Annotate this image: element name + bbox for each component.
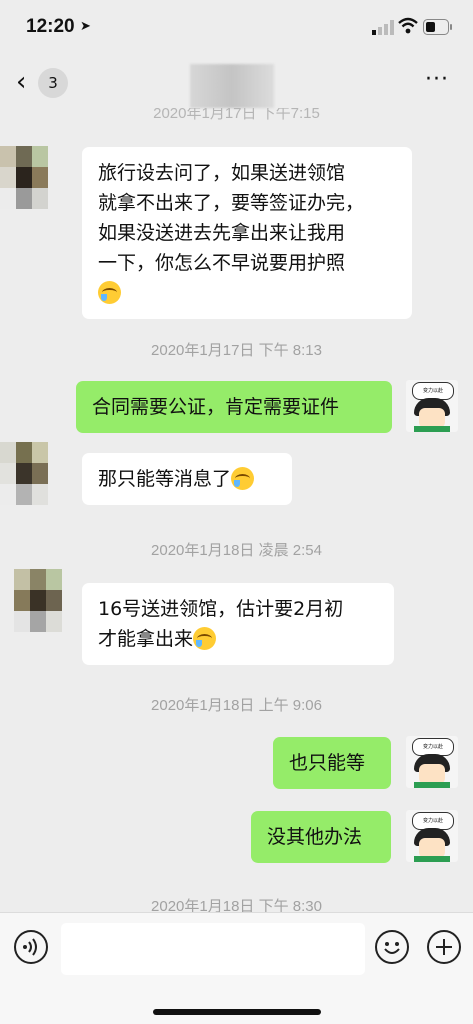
contact-avatar[interactable] xyxy=(0,442,48,506)
status-bar: 12:20 ➤ xyxy=(0,0,473,56)
contact-avatar[interactable] xyxy=(0,146,48,210)
avatar-shirt xyxy=(414,856,450,862)
location-arrow-icon: ➤ xyxy=(80,19,91,34)
emoji-icon xyxy=(384,942,400,954)
incoming-message[interactable]: 16号送进领馆，估计要2月初 才能拿出来 xyxy=(82,583,394,665)
my-avatar[interactable]: 变力以赴 xyxy=(406,810,458,862)
more-button[interactable]: ··· xyxy=(420,68,454,96)
voice-button[interactable] xyxy=(14,930,48,964)
chevron-left-icon: ‹ xyxy=(16,67,27,97)
timestamp: 2020年1月17日 下午7:15 xyxy=(153,108,320,122)
clock: 12:20 xyxy=(26,16,75,37)
back-button[interactable]: ‹ 3 xyxy=(16,68,76,100)
chat-title-blurred xyxy=(190,64,274,108)
avatar-face xyxy=(419,408,445,428)
outgoing-message[interactable]: 也只能等 xyxy=(273,737,391,789)
voice-icon xyxy=(23,938,37,956)
message-list[interactable]: 2020年1月17日 下午7:15 旅行设去问了，如果送进领馆 就拿不出来了，要… xyxy=(0,108,473,912)
plus-button[interactable] xyxy=(427,930,461,964)
crying-laugh-emoji-icon xyxy=(193,627,217,650)
avatar-shirt xyxy=(414,782,450,788)
my-avatar[interactable]: 变力以赴 xyxy=(406,736,458,788)
plus-icon xyxy=(436,939,452,955)
home-indicator xyxy=(153,1009,321,1015)
crying-laugh-emoji-icon xyxy=(231,467,255,490)
battery-icon xyxy=(423,19,452,35)
crying-laugh-emoji-icon xyxy=(98,281,121,304)
avatar-face xyxy=(419,838,445,858)
timestamp: 2020年1月17日 下午 8:13 xyxy=(151,342,322,359)
signal-icon xyxy=(372,20,394,35)
emoji-button[interactable] xyxy=(375,930,409,964)
my-avatar[interactable]: 变力以赴 xyxy=(406,380,458,432)
timestamp: 2020年1月18日 上午 9:06 xyxy=(151,697,322,714)
outgoing-message[interactable]: 没其他办法 xyxy=(251,811,391,863)
message-input[interactable] xyxy=(61,923,365,975)
contact-avatar[interactable] xyxy=(14,569,62,633)
avatar-shirt xyxy=(414,426,450,432)
timestamp: 2020年1月18日 下午 8:30 xyxy=(151,898,322,912)
timestamp: 2020年1月18日 凌晨 2:54 xyxy=(151,542,322,559)
message-text: 那只能等消息了 xyxy=(98,468,232,490)
input-bar xyxy=(0,912,473,1024)
chat-header: ‹ 3 ··· xyxy=(0,56,473,108)
wifi-icon xyxy=(398,17,418,34)
outgoing-message[interactable]: 合同需要公证，肯定需要证件 xyxy=(76,381,392,433)
message-text: 旅行设去问了，如果送进领馆 就拿不出来了，要等签证办完， 如果没送进去先拿出来让… xyxy=(98,162,365,274)
avatar-face xyxy=(419,764,445,784)
message-text: 16号送进领馆，估计要2月初 才能拿出来 xyxy=(98,598,344,650)
incoming-message[interactable]: 那只能等消息了 xyxy=(82,453,292,505)
incoming-message[interactable]: 旅行设去问了，如果送进领馆 就拿不出来了，要等签证办完， 如果没送进去先拿出来让… xyxy=(82,147,412,319)
unread-badge: 3 xyxy=(38,68,68,98)
